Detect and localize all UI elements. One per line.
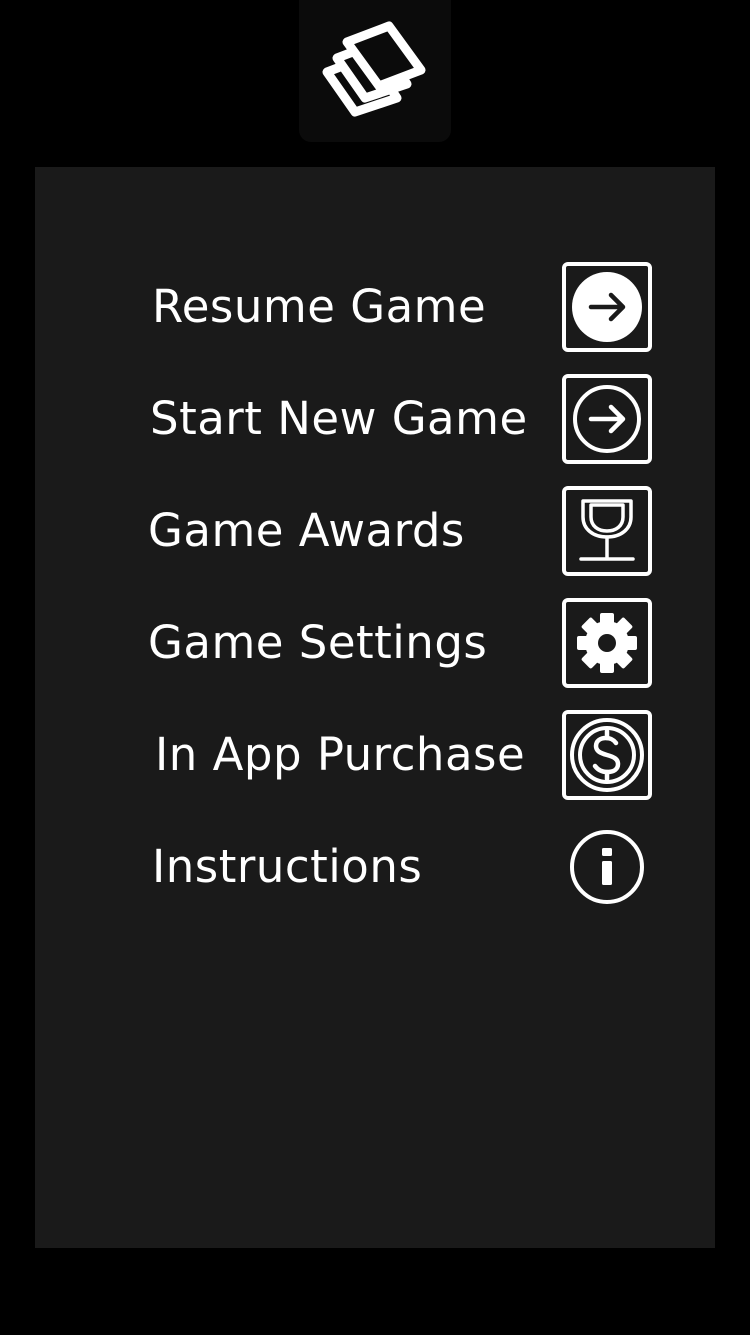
start-new-game-button[interactable]: Start New Game (35, 374, 715, 464)
game-awards-button[interactable]: Game Awards (35, 486, 715, 576)
instructions-label: Instructions (152, 840, 423, 893)
start-new-game-label: Start New Game (150, 392, 528, 445)
game-awards-label: Game Awards (148, 504, 465, 557)
dollar-coin-icon (570, 718, 644, 792)
trophy-icon (579, 499, 635, 561)
arrow-right-outline-circle-icon (573, 385, 641, 453)
info-icon (570, 830, 644, 904)
main-menu-panel: Resume Game Start New Game Game Awards G… (35, 167, 715, 1248)
gear-icon (577, 613, 637, 673)
resume-game-button[interactable]: Resume Game (35, 262, 715, 352)
arrow-right-filled-circle-icon (572, 272, 642, 342)
instructions-button[interactable]: Instructions (35, 822, 715, 912)
in-app-purchase-label: In App Purchase (155, 728, 526, 781)
in-app-purchase-button[interactable]: In App Purchase (35, 710, 715, 800)
game-awards-icon-box[interactable] (562, 486, 652, 576)
game-settings-label: Game Settings (148, 616, 488, 669)
app-logo (299, 0, 451, 142)
stacked-cards-icon (322, 21, 426, 117)
resume-game-icon-box[interactable] (562, 262, 652, 352)
game-settings-icon-box[interactable] (562, 598, 652, 688)
start-new-game-icon-box[interactable] (562, 374, 652, 464)
instructions-icon-wrapper[interactable] (562, 822, 652, 912)
game-settings-button[interactable]: Game Settings (35, 598, 715, 688)
resume-game-label: Resume Game (152, 280, 487, 333)
in-app-purchase-icon-box[interactable] (562, 710, 652, 800)
